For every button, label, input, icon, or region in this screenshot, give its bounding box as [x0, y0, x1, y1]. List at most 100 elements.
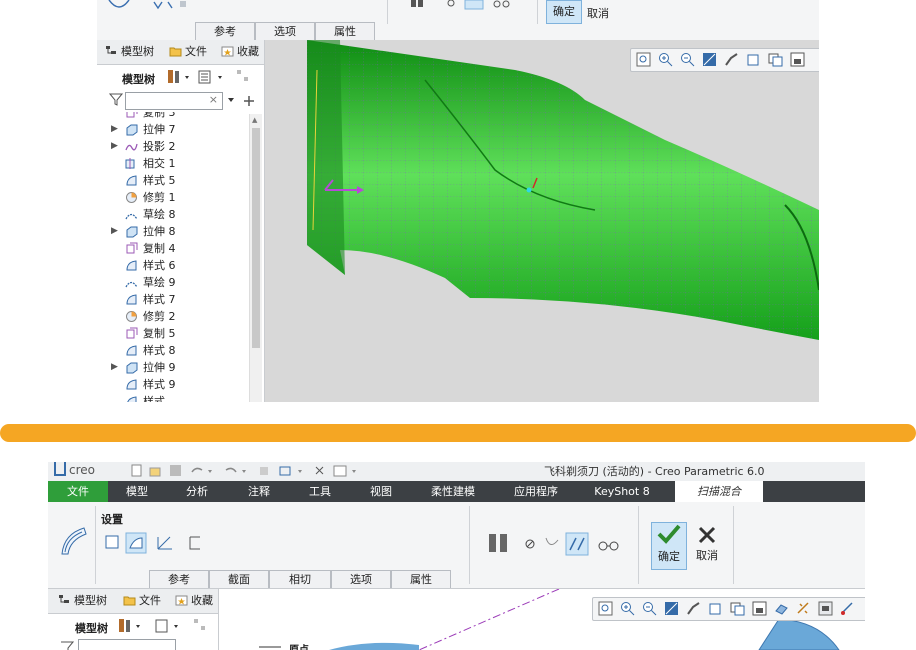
tab-favorites[interactable]: 收藏	[173, 592, 213, 610]
tab-model-tree[interactable]: 模型树	[103, 43, 154, 61]
expand-arrow-icon[interactable]: ▶	[111, 138, 121, 155]
tree-item[interactable]: ▶ 投影 2	[97, 138, 247, 155]
tab-reference[interactable]: 参考	[149, 570, 209, 588]
clear-icon[interactable]: ×	[209, 93, 218, 106]
search-input[interactable]	[78, 639, 176, 650]
tab-options[interactable]: 选项	[331, 570, 391, 588]
menu-file[interactable]: 文件	[48, 481, 108, 502]
tab-properties[interactable]: 属性	[391, 570, 451, 588]
tab-files[interactable]: 文件	[167, 43, 207, 61]
refit-icon[interactable]	[598, 601, 613, 616]
spin-center-icon[interactable]	[796, 601, 811, 616]
green-surface-model[interactable]	[265, 40, 819, 402]
tree-item[interactable]: 样式 6	[97, 257, 247, 274]
repaint-icon[interactable]	[702, 52, 717, 67]
tree-item[interactable]: 草绘 9	[97, 274, 247, 291]
appearance-icon[interactable]	[774, 601, 789, 616]
tree-item[interactable]: ▶ 拉伸 9	[97, 359, 247, 376]
tab-reference[interactable]: 参考	[195, 22, 255, 40]
menu-tools[interactable]: 工具	[291, 481, 349, 502]
tab-properties[interactable]: 属性	[315, 22, 375, 40]
display-style-icon[interactable]	[686, 601, 701, 616]
search-dropdown-add[interactable]	[227, 95, 261, 107]
display-style-icon[interactable]	[724, 52, 739, 67]
expand-arrow-icon[interactable]: ▶	[111, 223, 121, 240]
tree-scrollbar[interactable]: ▲	[249, 114, 262, 402]
extrude-icon	[126, 226, 138, 238]
tree-item[interactable]: 样式 5	[97, 172, 247, 189]
tab-sections[interactable]: 截面	[209, 570, 269, 588]
layers-icon[interactable]	[818, 601, 833, 616]
tree-item[interactable]: 样式 8	[97, 342, 247, 359]
settings-buttons[interactable]	[104, 532, 209, 554]
zoom-in-icon[interactable]	[620, 601, 635, 616]
filter-icon[interactable]	[109, 93, 123, 106]
intersect-icon	[125, 158, 135, 169]
menu-flexible-modeling[interactable]: 柔性建模	[418, 481, 488, 502]
tree-item[interactable]: ▶ 拉伸 7	[97, 121, 247, 138]
zoom-out-icon[interactable]	[680, 52, 695, 67]
tree-item[interactable]: 修剪 1	[97, 189, 247, 206]
pause-preview-icons[interactable]	[488, 532, 623, 556]
datum-display-icon[interactable]	[790, 52, 805, 67]
menu-keyshot[interactable]: KeyShot 8	[584, 481, 660, 502]
menu-applications[interactable]: 应用程序	[500, 481, 572, 502]
menu-analysis[interactable]: 分析	[168, 481, 226, 502]
expand-arrow-icon[interactable]: ▶	[111, 121, 121, 138]
menu-swept-blend[interactable]: 扫描混合	[675, 481, 763, 502]
graphics-area[interactable]	[265, 40, 819, 402]
model-tree-panel: 模型树 文件 收藏 模型树	[48, 589, 219, 650]
tree-item-label: 相交 1	[143, 157, 176, 170]
tree-item[interactable]: 复制 4	[97, 240, 247, 257]
filter-icon[interactable]	[60, 641, 74, 650]
tree-item-label: 拉伸 8	[143, 225, 176, 238]
direction-icons[interactable]	[152, 0, 192, 10]
tab-tangency[interactable]: 相切	[269, 570, 331, 588]
tree-item[interactable]: 修剪 2	[97, 308, 247, 325]
graphics-area[interactable]: 原点	[219, 589, 865, 650]
saved-view-icon[interactable]	[746, 52, 761, 67]
scroll-thumb[interactable]	[252, 128, 260, 348]
scroll-up-icon[interactable]: ▲	[252, 116, 257, 124]
ok-button[interactable]: 确定	[651, 522, 687, 570]
repaint-icon[interactable]	[664, 601, 679, 616]
annotation-display-icon[interactable]	[840, 601, 855, 616]
tab-model-tree[interactable]: 模型树	[56, 592, 107, 610]
tree-item-label: 样式 8	[143, 344, 176, 357]
menu-model[interactable]: 模型	[108, 481, 166, 502]
tree-item[interactable]: 样式	[97, 393, 247, 402]
tree-item[interactable]: 样式 7	[97, 291, 247, 308]
menu-view[interactable]: 视图	[352, 481, 410, 502]
tab-files[interactable]: 文件	[121, 592, 161, 610]
tree-item-label: 修剪 2	[143, 310, 176, 323]
tree-item[interactable]: ▶ 拉伸 8	[97, 223, 247, 240]
tree-item[interactable]: 复制 5	[97, 325, 247, 342]
tree-settings-icons[interactable]	[165, 68, 260, 86]
cancel-button[interactable]: 取消	[692, 526, 722, 563]
search-input[interactable]: ×	[125, 92, 223, 110]
tree-item-label: 复制 4	[143, 242, 176, 255]
tab-favorites[interactable]: 收藏	[219, 43, 259, 61]
datum-display-icon[interactable]	[752, 601, 767, 616]
tree-item[interactable]: 复制 3	[97, 112, 247, 121]
copy-icon	[126, 327, 138, 339]
refit-icon[interactable]	[636, 52, 651, 67]
view-manager-icon[interactable]	[730, 601, 745, 616]
saved-view-icon[interactable]	[708, 601, 723, 616]
quick-access-icons[interactable]	[130, 464, 360, 478]
pause-preview-icons[interactable]	[409, 0, 519, 10]
tree-item[interactable]: 草绘 8	[97, 206, 247, 223]
zoom-out-icon[interactable]	[642, 601, 657, 616]
view-manager-icon[interactable]	[768, 52, 783, 67]
menu-annotate[interactable]: 注释	[230, 481, 288, 502]
zoom-in-icon[interactable]	[658, 52, 673, 67]
ok-button[interactable]: 确定	[546, 0, 582, 24]
tree-settings-icons[interactable]	[116, 617, 211, 635]
tree-item[interactable]: 相交 1	[97, 155, 247, 172]
tab-options[interactable]: 选项	[255, 22, 315, 40]
cancel-button[interactable]: 取消	[587, 5, 609, 21]
close-icon	[698, 526, 716, 544]
expand-arrow-icon[interactable]: ▶	[111, 359, 121, 376]
tree-header-label: 模型树	[75, 622, 108, 635]
tree-item[interactable]: 样式 9	[97, 376, 247, 393]
